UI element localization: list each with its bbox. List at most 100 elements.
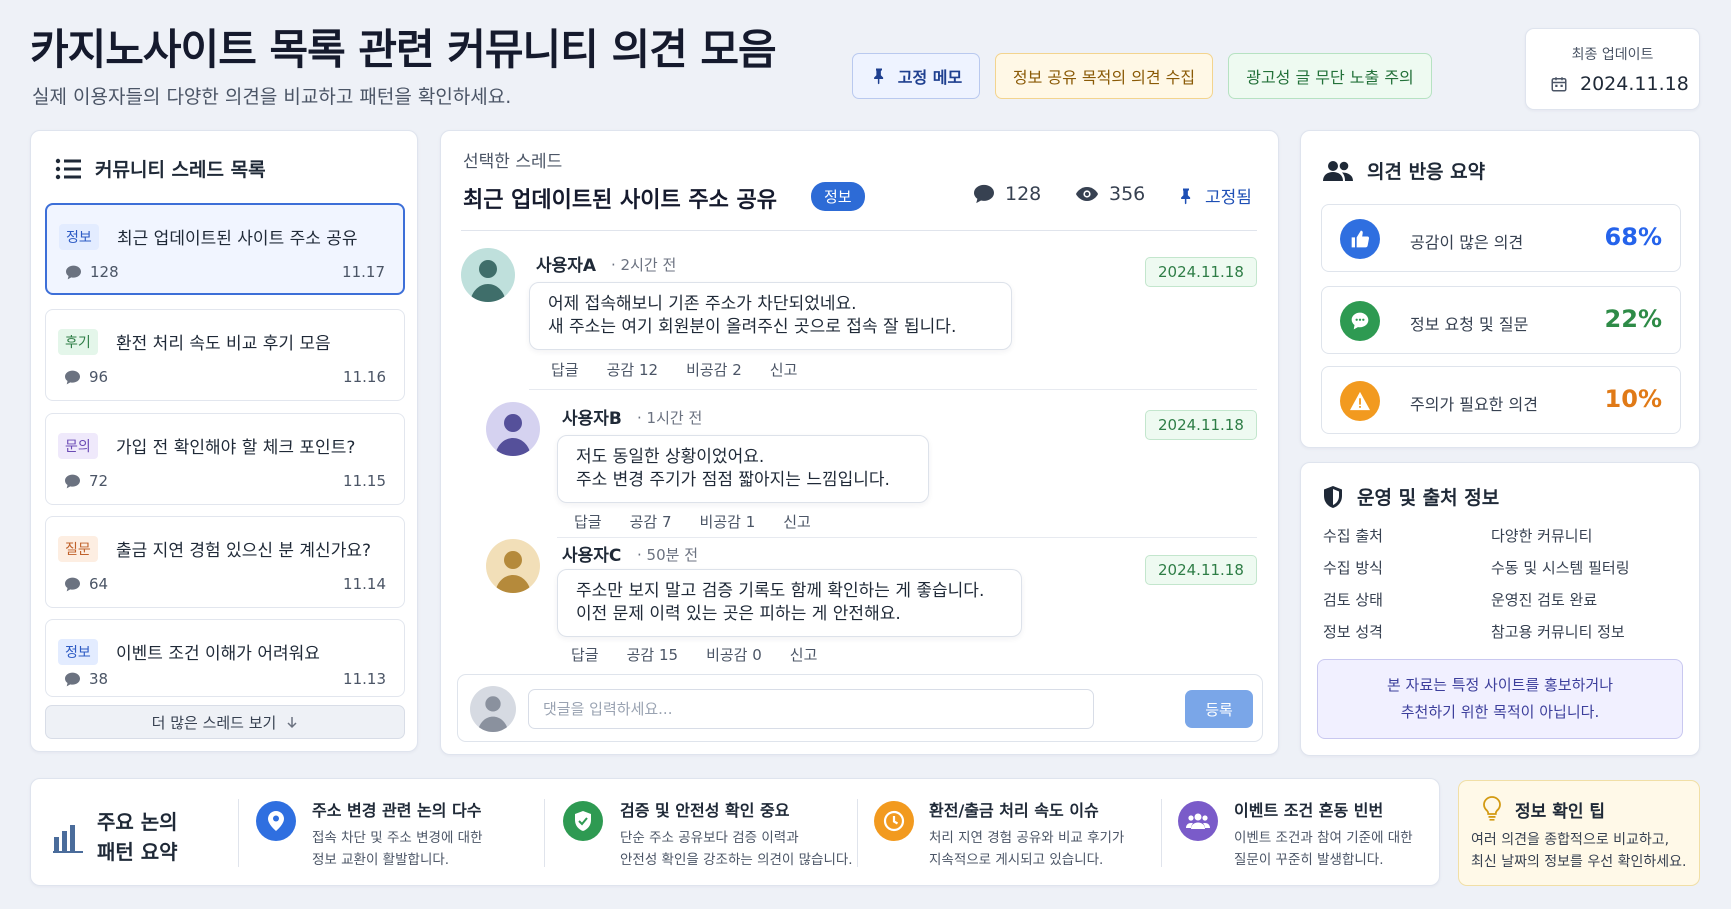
last-update-label: 최종 업데이트 [1571,47,1654,63]
thread-list-panel: 커뮤니티 스레드 목록 정보 최근 업데이트된 사이트 주소 공유 128 11… [30,130,418,752]
comment-author: 사용자A [536,256,597,276]
ad-warning-chip[interactable]: 광고성 글 무단 노출 주의 [1228,53,1432,99]
thread-item[interactable]: 정보 이벤트 조건 이해가 어려워요 38 11.13 [45,619,405,697]
thread-item[interactable]: 정보 최근 업데이트된 사이트 주소 공유 128 11.17 [45,203,405,295]
header-divider [461,230,1257,231]
tip-title: 정보 확인 팁 [1515,802,1606,822]
disclaimer-notice: 본 자료는 특정 사이트를 홍보하거나 추천하기 위한 목적이 아닙니다. [1317,659,1683,739]
report-button[interactable]: 신고 [770,359,798,380]
reply-button[interactable]: 답글 [571,644,599,665]
bar-chart-icon [53,825,83,853]
comment-text-line: 이전 문제 이력 있는 곳은 피하는 게 안전해요. [576,604,901,624]
comment-input[interactable] [528,689,1094,729]
source-value: 수동 및 시스템 필터링 [1491,559,1630,577]
thread-item[interactable]: 질문 출금 지연 경험 있으신 분 계신가요? 64 11.14 [45,516,405,608]
pin-icon [873,68,883,85]
comment-time: · 50분 전 [637,546,698,564]
pattern-title: 주소 변경 관련 논의 다수 [312,801,482,820]
shield-check-icon [563,801,603,841]
page-title: 카지노사이트 목록 관련 커뮤니티 의견 모음 [30,25,777,74]
thread-title: 이벤트 조건 이해가 어려워요 [116,644,320,664]
thread-date: 11.14 [343,575,386,593]
disclaimer-line: 본 자료는 특정 사이트를 홍보하거나 [1386,676,1614,694]
thread-date: 11.13 [343,670,386,688]
source-key: 수집 방식 [1323,559,1383,577]
pattern-desc: 처리 지연 경험 공유와 비교 후기가 지속적으로 게시되고 있습니다. [929,830,1125,868]
thread-item[interactable]: 후기 환전 처리 속도 비교 후기 모음 96 11.16 [45,309,405,401]
selected-thread-badge: 정보 [811,182,865,211]
thread-list-heading-text: 커뮤니티 스레드 목록 [95,159,266,181]
divider [238,799,239,867]
source-key: 수집 출처 [1323,527,1383,545]
chat-bubble-icon [1340,301,1380,341]
reply-button[interactable]: 답글 [551,359,579,380]
summary-label: 공감이 많은 의견 [1410,233,1524,252]
comment-count-stat: 128 [973,183,1041,205]
selected-thread-panel: 선택한 스레드 최근 업데이트된 사이트 주소 공유 정보 128 356 고정… [440,130,1279,755]
selected-thread-title: 최근 업데이트된 사이트 주소 공유 [463,188,777,213]
thread-title: 출금 지연 경험 있으신 분 계신가요? [116,541,372,561]
comment-text-line: 주소만 보지 말고 검증 기록도 함께 확인하는 게 좋습니다. [576,581,985,601]
thread-comment-count: 38 [64,670,108,688]
comment-text-line: 새 주소는 여기 회원분이 올려주신 곳으로 접속 잘 됩니다. [548,317,957,337]
pattern-heading-line: 패턴 요약 [97,840,178,864]
comment-bubble: 저도 동일한 상황이었어요. 주소 변경 주기가 점점 짧아지는 느낌입니다. [557,435,929,503]
comment-icon [65,577,80,591]
thread-list-heading: 커뮤니티 스레드 목록 [55,155,266,182]
comment-actions: 답글 공감 12 비공감 2 신고 [551,359,797,380]
comment-date: 2024.11.18 [1145,555,1257,585]
divider [1161,799,1162,867]
comment-icon [65,370,80,384]
summary-value: 68% [1604,223,1662,251]
comment-bubble: 주소만 보지 말고 검증 기록도 함께 확인하는 게 좋습니다. 이전 문제 이… [557,569,1022,637]
last-update-box: 최종 업데이트 2024.11.18 [1525,28,1700,110]
source-key: 검토 상태 [1323,591,1383,609]
comment-divider [557,537,1257,538]
thread-comment-count: 64 [64,575,108,593]
like-button[interactable]: 공감 15 [627,644,678,665]
thread-item[interactable]: 문의 가입 전 확인해야 할 체크 포인트? 72 11.15 [45,413,405,505]
pattern-desc: 접속 차단 및 주소 변경에 대한 정보 교환이 활발합니다. [312,830,483,868]
reaction-summary-heading: 의견 반응 요약 [1323,157,1485,184]
summary-item: 공감이 많은 의견 68% [1321,204,1681,272]
group-icon [1178,801,1218,841]
submit-comment-button[interactable]: 등록 [1185,690,1253,728]
eye-icon [1076,187,1098,201]
comment-bubble: 어제 접속해보니 기존 주소가 차단되었네요. 새 주소는 여기 회원분이 올려… [529,282,1012,350]
pattern-heading-line: 주요 논의 [97,810,178,834]
report-button[interactable]: 신고 [783,511,811,532]
thread-comment-count: 96 [64,368,108,386]
more-threads-button[interactable]: 더 많은 스레드 보기 [45,705,405,739]
source-info-panel: 운영 및 출처 정보 수집 출처 다양한 커뮤니티 수집 방식 수동 및 시스템… [1300,462,1700,756]
pinned-status[interactable]: 고정됨 [1177,183,1252,208]
thread-tag: 후기 [58,329,98,355]
users-icon [1323,160,1353,181]
info-collect-chip[interactable]: 정보 공유 목적의 의견 수집 [995,53,1213,99]
pinned-memo-chip[interactable]: 고정 메모 [852,53,980,99]
dislike-button[interactable]: 비공감 2 [686,359,742,380]
dislike-button[interactable]: 비공감 0 [706,644,762,665]
thread-tag: 문의 [58,433,98,459]
comment-composer: 등록 [457,674,1263,742]
comment-icon [65,474,80,488]
dislike-button[interactable]: 비공감 1 [700,511,756,532]
source-value: 다양한 커뮤니티 [1491,527,1593,545]
last-update-date-row: 2024.11.18 [1550,73,1689,95]
warning-icon [1340,381,1380,421]
divider [544,799,545,867]
report-button[interactable]: 신고 [790,644,818,665]
source-info-heading: 운영 및 출처 정보 [1323,483,1499,510]
reaction-summary-heading-text: 의견 반응 요약 [1367,161,1486,183]
thumbs-up-icon [1340,219,1380,259]
divider [857,799,858,867]
reply-button[interactable]: 답글 [574,511,602,532]
tip-text: 여러 의견을 종합적으로 비교하고, 최신 날짜의 정보를 우선 확인하세요. [1471,832,1687,870]
thread-title: 가입 전 확인해야 할 체크 포인트? [116,438,356,458]
summary-item: 정보 요청 및 질문 22% [1321,286,1681,354]
pinned-memo-label: 고정 메모 [897,68,963,87]
selected-thread-label: 선택한 스레드 [463,152,563,172]
like-button[interactable]: 공감 7 [630,511,672,532]
like-button[interactable]: 공감 12 [607,359,658,380]
comment-divider [529,389,1257,390]
avatar [486,402,540,456]
